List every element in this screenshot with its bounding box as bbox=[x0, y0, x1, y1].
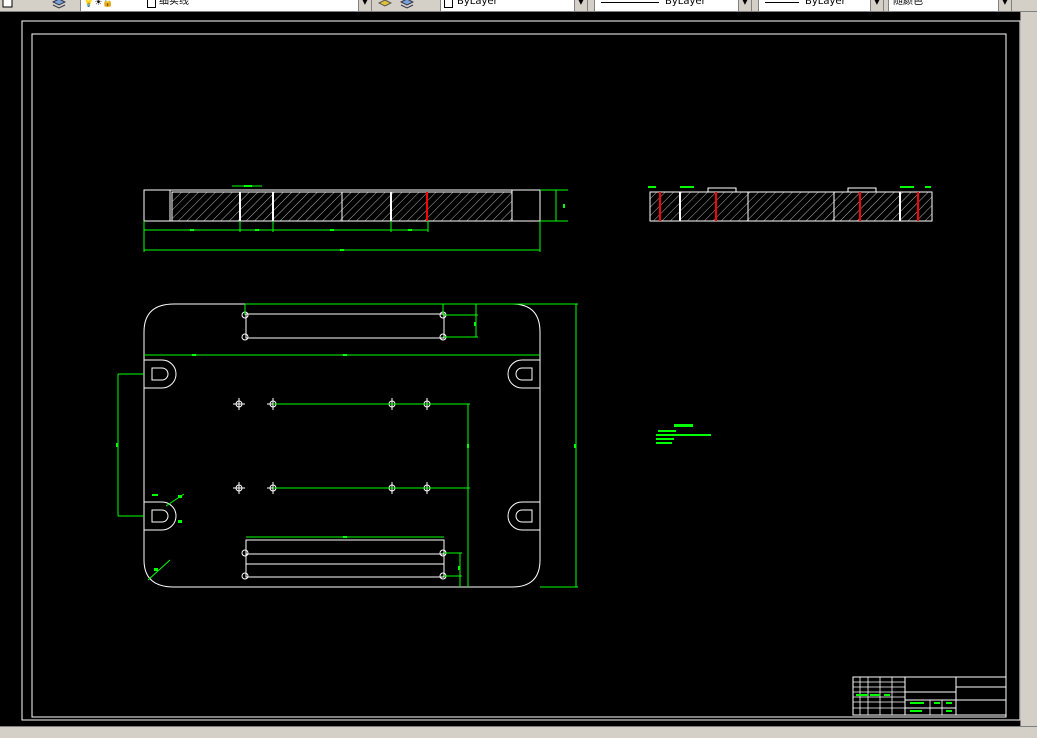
front-section-view bbox=[143, 185, 568, 252]
cad-drawing bbox=[21, 20, 1021, 721]
technical-notes bbox=[656, 424, 711, 444]
outer-frame bbox=[21, 20, 1021, 721]
vertical-scrollbar[interactable] bbox=[1020, 12, 1037, 727]
title-block bbox=[852, 676, 1007, 716]
side-section-view bbox=[648, 186, 933, 222]
plan-view bbox=[116, 303, 578, 588]
inner-frame bbox=[31, 33, 1007, 718]
horizontal-scrollbar[interactable] bbox=[0, 726, 1037, 738]
